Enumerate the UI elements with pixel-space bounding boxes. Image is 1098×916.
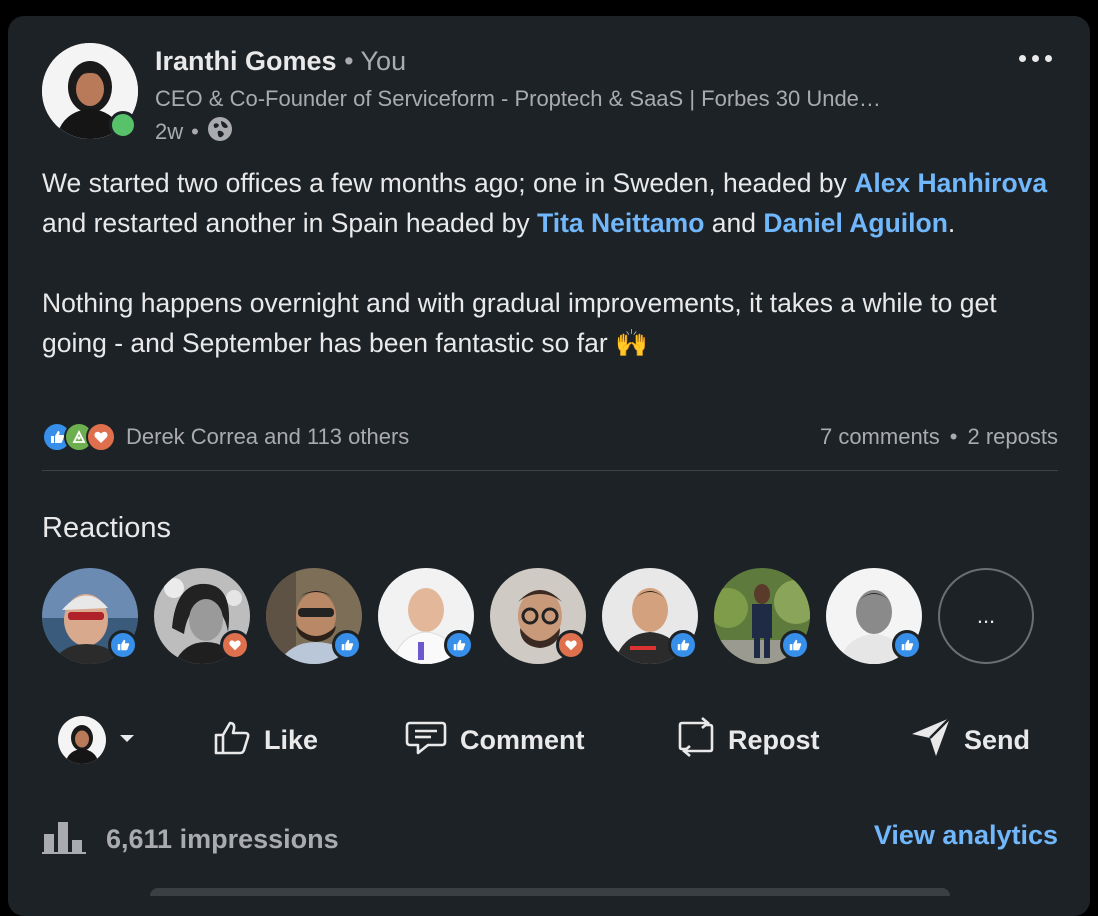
send-label: Send	[964, 724, 1031, 755]
reactors-text[interactable]: Derek Correa and 113 others	[126, 424, 409, 450]
comments-count[interactable]: 7 comments	[820, 424, 940, 450]
author-line: Iranthi Gomes • You	[155, 46, 407, 76]
bar-chart-icon	[42, 818, 86, 861]
impressions: 6,611 impressions	[42, 818, 339, 861]
like-badge-icon	[892, 630, 922, 660]
reactor-avatar-6[interactable]	[602, 568, 698, 664]
thumbs-up-icon	[212, 717, 252, 764]
post-card: Iranthi Gomes • You CEO & Co-Founder of …	[8, 16, 1090, 916]
mention-daniel[interactable]: Daniel Aguilon	[763, 208, 948, 238]
reaction-icons	[42, 422, 116, 452]
impressions-count: 6,611 impressions	[106, 824, 339, 854]
reactor-avatar-3[interactable]	[266, 568, 362, 664]
like-badge-icon	[108, 630, 138, 660]
like-badge-icon	[444, 630, 474, 660]
love-icon	[86, 422, 116, 452]
chevron-down-icon	[116, 725, 138, 756]
send-icon	[910, 716, 952, 765]
reactor-avatar-4[interactable]	[378, 568, 474, 664]
post-time: 2w	[155, 119, 184, 144]
author-headline: CEO & Co-Founder of Serviceform - Propte…	[155, 86, 881, 111]
reactor-avatar-1[interactable]	[42, 568, 138, 664]
repost-icon	[676, 715, 716, 766]
post-text: We started two offices a few months ago;…	[42, 163, 1062, 363]
like-badge-icon	[780, 630, 810, 660]
actor-avatar	[58, 716, 106, 764]
love-badge-icon	[556, 630, 586, 660]
repost-label: Repost	[728, 724, 820, 755]
author-relation: You	[360, 46, 407, 76]
mention-tita[interactable]: Tita Neittamo	[537, 208, 704, 238]
comment-button[interactable]: Comment	[404, 700, 585, 780]
comment-label: Comment	[460, 724, 585, 755]
author-name[interactable]: Iranthi Gomes	[155, 46, 337, 76]
reactor-avatar-8[interactable]	[826, 568, 922, 664]
reactor-avatar-7[interactable]	[714, 568, 810, 664]
text-segment: We started two offices a few months ago;…	[42, 168, 855, 198]
like-button[interactable]: Like	[212, 700, 318, 780]
globe-icon	[207, 116, 233, 148]
comment-icon	[404, 717, 448, 764]
online-status-dot	[109, 111, 137, 139]
actor-switcher[interactable]	[58, 700, 138, 780]
divider	[42, 470, 1058, 471]
view-analytics-link[interactable]: View analytics	[874, 820, 1058, 851]
dot-icon	[1018, 54, 1026, 62]
reactor-avatar-5[interactable]	[490, 568, 586, 664]
more-reactors-button[interactable]: ...	[938, 568, 1034, 664]
reactor-avatar-2[interactable]	[154, 568, 250, 664]
more-options-button[interactable]	[1012, 44, 1058, 72]
like-badge-icon	[668, 630, 698, 660]
repost-button[interactable]: Repost	[676, 700, 820, 780]
text-segment: .	[947, 208, 956, 238]
dot-icon	[1031, 54, 1039, 62]
mention-alex[interactable]: Alex Hanhirova	[854, 168, 1047, 198]
text-segment: and	[704, 208, 764, 238]
post-meta: 2w •	[155, 116, 233, 148]
like-label: Like	[264, 724, 319, 755]
action-bar: Like Comment Repost Send	[42, 700, 1058, 780]
text-segment: and restarted another in Spain headed by	[42, 208, 538, 238]
reactions-heading: Reactions	[42, 512, 171, 544]
send-button[interactable]: Send	[910, 700, 1030, 780]
love-badge-icon	[220, 630, 250, 660]
post-paragraph-2: Nothing happens overnight and with gradu…	[42, 288, 997, 358]
reposts-count[interactable]: 2 reposts	[968, 424, 1059, 450]
social-counts: Derek Correa and 113 others 7 comments •…	[42, 420, 1058, 454]
reactions-summary[interactable]: Derek Correa and 113 others	[42, 422, 409, 452]
post-paragraph-1: We started two offices a few months ago;…	[42, 163, 1062, 243]
dot-icon	[1044, 54, 1052, 62]
like-badge-icon	[332, 630, 362, 660]
